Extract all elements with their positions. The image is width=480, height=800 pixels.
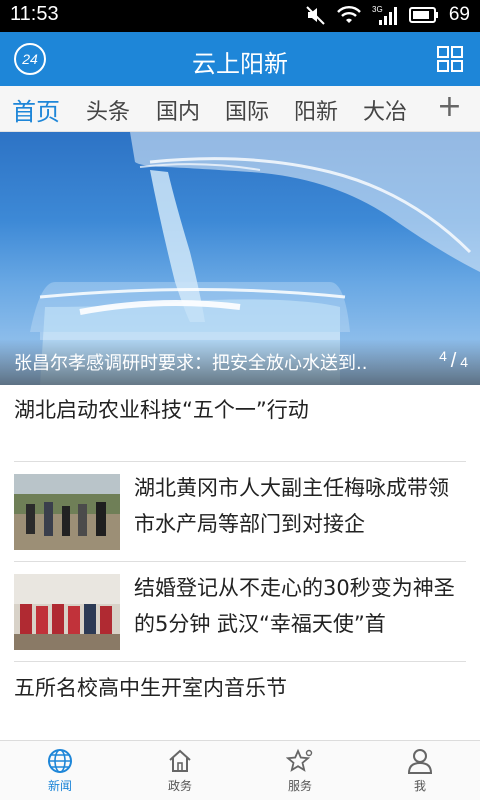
divider <box>14 461 466 462</box>
news-thumbnail-1[interactable] <box>14 474 120 550</box>
battery-icon <box>408 7 438 23</box>
status-icons: 3G 69 <box>305 4 470 26</box>
pager-total: 4 <box>460 354 468 370</box>
tab-international[interactable]: 国际 <box>225 94 269 126</box>
app-title: 云上阳新 <box>192 50 288 78</box>
status-time: 11:53 <box>10 3 59 25</box>
status-bar: 11:53 3G 69 <box>0 0 480 32</box>
pager-current: 4 <box>439 348 447 364</box>
grid-menu-icon[interactable] <box>436 45 464 73</box>
person-icon <box>407 749 433 774</box>
banner-caption[interactable]: 张昌尔孝感调研时要求：把安全放心水送到.. <box>14 349 406 375</box>
wifi-icon <box>336 6 361 23</box>
news-headline-1[interactable]: 湖北启动农业科技“五个一”行动 <box>14 394 309 424</box>
news-headline-2[interactable]: 五所名校高中生开室内音乐节 <box>14 672 287 702</box>
news-item-2-title[interactable]: 结婚登记从不走心的30秒变为神圣的5分钟 武汉“幸福天使”首 <box>134 570 464 642</box>
nav-government-label: 政务 <box>167 779 192 793</box>
app-header: 24 云上阳新 <box>0 32 480 86</box>
divider <box>14 661 466 662</box>
nav-news[interactable]: 新闻 <box>20 747 100 794</box>
tab-yangxin[interactable]: 阳新 <box>294 94 338 126</box>
tab-domestic[interactable]: 国内 <box>156 94 200 126</box>
news-item-1-title[interactable]: 湖北黄冈市人大副主任梅咏成带领市水产局等部门到对接企 <box>134 470 464 542</box>
news-thumbnail-2[interactable] <box>14 574 120 650</box>
nav-me-label: 我 <box>413 779 426 793</box>
nav-government[interactable]: 政务 <box>140 747 220 794</box>
nav-services[interactable]: 服务 <box>260 747 340 794</box>
nav-services-label: 服务 <box>287 779 312 793</box>
network-label: 3G <box>372 5 383 14</box>
signal-3g-icon: 3G <box>372 5 397 25</box>
thumbnail-image <box>14 574 120 650</box>
category-tabs: 首页 头条 国内 国际 阳新 大冶 + <box>0 86 480 132</box>
bottom-navigation: 新闻 政务 服务 我 <box>0 740 480 800</box>
home-icon <box>169 749 191 772</box>
divider <box>14 561 466 562</box>
pager-slash: / <box>450 350 457 372</box>
globe-icon <box>48 749 72 773</box>
nav-me[interactable]: 我 <box>380 747 460 794</box>
tab-headlines[interactable]: 头条 <box>86 94 130 126</box>
mute-icon <box>306 6 325 25</box>
tab-daye[interactable]: 大冶 <box>363 94 407 126</box>
banner-pager: 4 / 4 <box>439 348 468 373</box>
thumbnail-image <box>14 474 120 550</box>
nav-news-label: 新闻 <box>47 779 72 793</box>
tab-home[interactable]: 首页 <box>12 92 60 127</box>
battery-percent: 69 <box>448 4 470 25</box>
add-tab-button[interactable]: + <box>437 90 462 124</box>
star-icon <box>286 748 313 772</box>
banner-carousel[interactable]: 张昌尔孝感调研时要求：把安全放心水送到.. 4 / 4 <box>0 132 480 385</box>
